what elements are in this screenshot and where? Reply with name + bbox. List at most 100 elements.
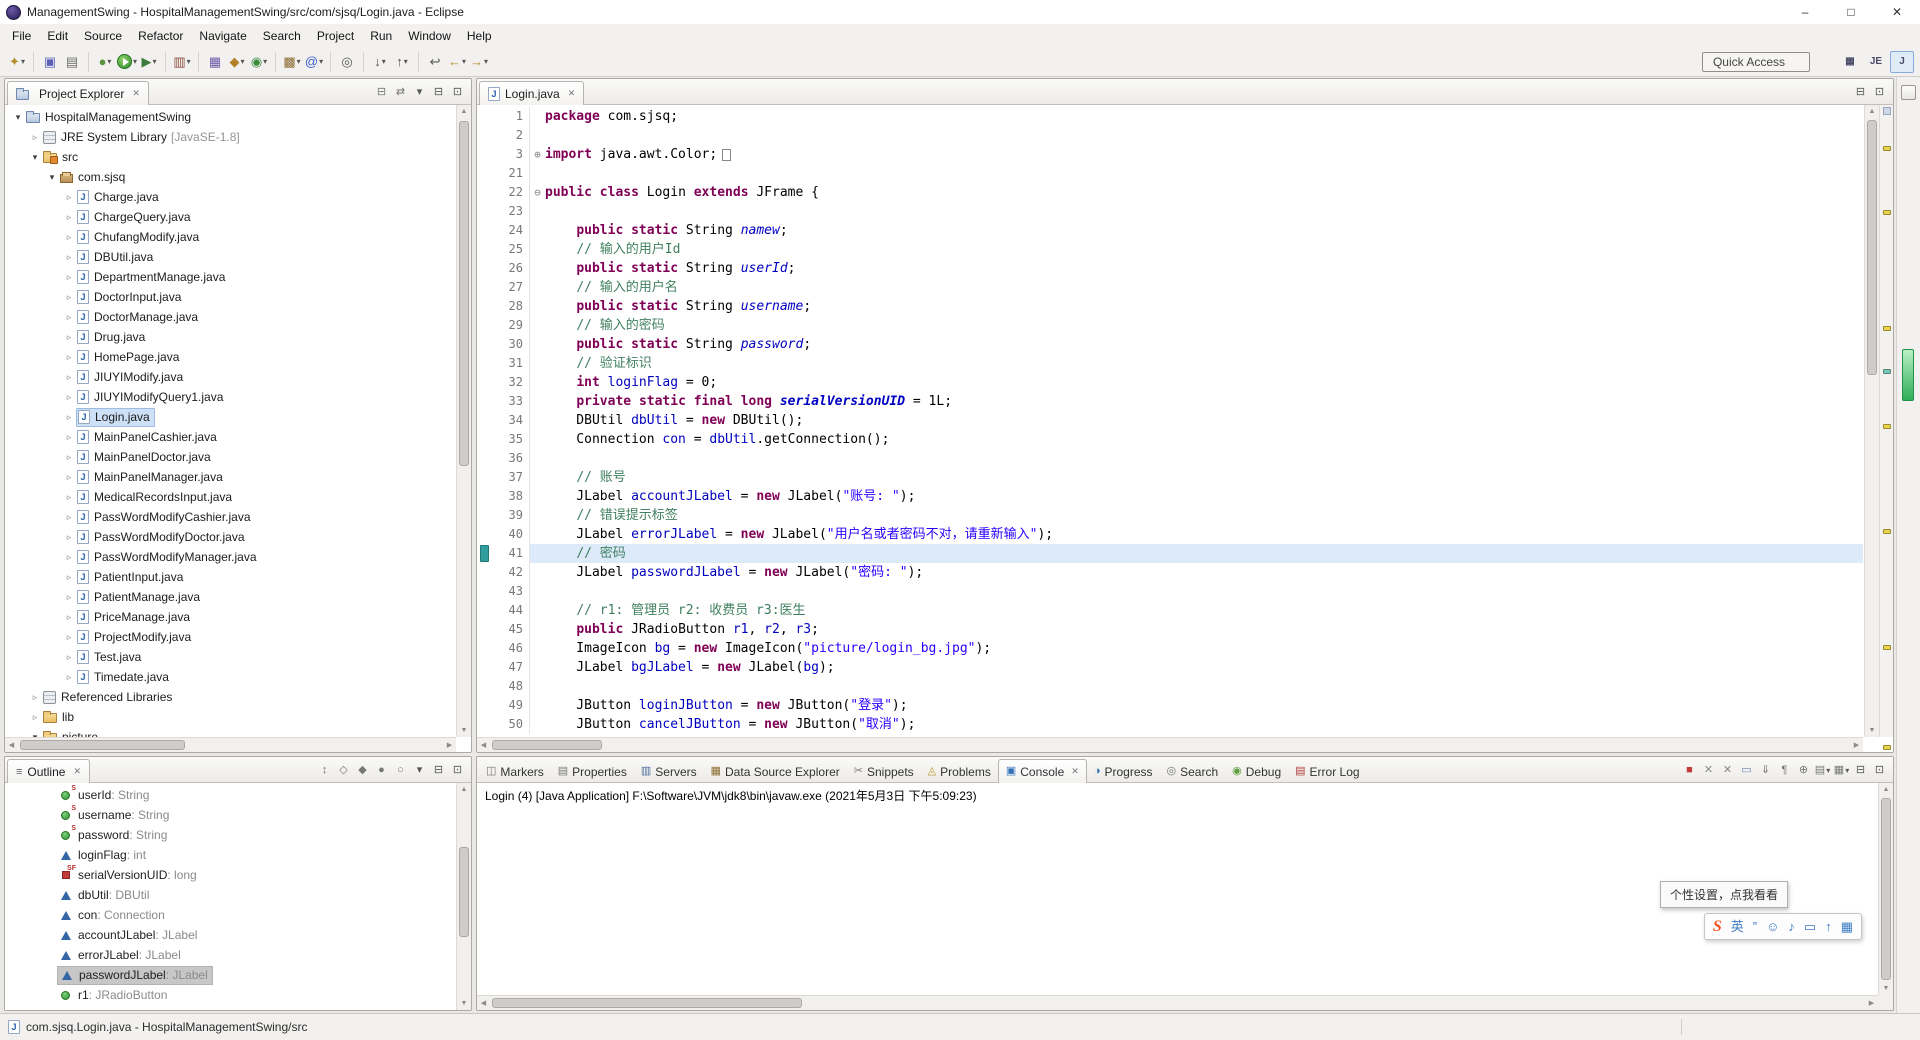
java-ee-perspective-icon[interactable]: JE bbox=[1864, 51, 1888, 73]
tree-item-passwordmodifycashier-java[interactable]: ▹JPassWordModifyCashier.java bbox=[5, 507, 456, 527]
tree-item-patientmanage-java[interactable]: ▹JPatientManage.java bbox=[5, 587, 456, 607]
soft-keyboard-icon[interactable]: ▭ bbox=[1804, 920, 1816, 933]
outline-vscrollbar[interactable]: ▲ ▼ bbox=[456, 783, 471, 1010]
tree-item-projectmodify-java[interactable]: ▹JProjectModify.java bbox=[5, 627, 456, 647]
dropdown-arrow-icon[interactable]: ▾ bbox=[484, 57, 488, 66]
menu-project[interactable]: Project bbox=[309, 26, 362, 46]
expand-arrow-icon[interactable]: ▹ bbox=[28, 712, 42, 723]
tree-item-timedate-java[interactable]: ▹JTimedate.java bbox=[5, 667, 456, 687]
minimize-view-icon[interactable]: ⊟ bbox=[1851, 82, 1870, 102]
scroll-down-icon[interactable]: ▼ bbox=[1865, 724, 1879, 737]
code-line-37[interactable]: 37 // 账号 bbox=[477, 468, 1863, 487]
expand-arrow-icon[interactable]: ▹ bbox=[62, 252, 76, 263]
maximize-view-icon[interactable]: ⊡ bbox=[448, 82, 467, 102]
expand-arrow-icon[interactable]: ▹ bbox=[62, 392, 76, 403]
code-line-40[interactable]: 40 JLabel errorJLabel = new JLabel("用户名或… bbox=[477, 525, 1863, 544]
tab-properties[interactable]: ▤Properties bbox=[551, 760, 634, 783]
tree-item-referenced-libraries[interactable]: ▹Referenced Libraries bbox=[5, 687, 456, 707]
tree-item-homepage-java[interactable]: ▹JHomePage.java bbox=[5, 347, 456, 367]
expand-arrow-icon[interactable]: ▹ bbox=[62, 272, 76, 283]
new-wizard-icon[interactable]: ✦▾ bbox=[6, 51, 28, 73]
menu-search[interactable]: Search bbox=[255, 26, 309, 46]
hide-static-members-icon[interactable]: ◆ bbox=[353, 760, 372, 780]
overview-mark-icon[interactable] bbox=[1883, 326, 1891, 331]
code-line-24[interactable]: 24 public static String namew; bbox=[477, 221, 1863, 240]
maximize-view-icon[interactable]: ⊡ bbox=[1870, 760, 1889, 780]
dropdown-arrow-icon[interactable]: ▾ bbox=[107, 57, 111, 66]
fold-toggle-icon[interactable]: ⊖ bbox=[529, 183, 545, 202]
outline-item-userid[interactable]: SuserId : String bbox=[5, 785, 456, 805]
lang-english-icon[interactable]: 英 bbox=[1731, 920, 1744, 933]
scroll-left-icon[interactable]: ◀ bbox=[477, 738, 490, 752]
scroll-down-icon[interactable]: ▼ bbox=[1879, 982, 1893, 995]
dropdown-arrow-icon[interactable]: ▾ bbox=[382, 57, 386, 66]
scroll-up-icon[interactable]: ▲ bbox=[457, 783, 471, 796]
outline-item-passwordjlabel[interactable]: passwordJLabel : JLabel bbox=[5, 965, 456, 985]
tree-item-hospitalmanagementswing[interactable]: ▾HospitalManagementSwing bbox=[5, 107, 456, 127]
debug-icon[interactable]: ●▾ bbox=[94, 51, 116, 73]
overview-mark-icon[interactable] bbox=[1883, 745, 1891, 750]
code-line-23[interactable]: 23 bbox=[477, 202, 1863, 221]
outline-item-serialversionuid[interactable]: SFserialVersionUID : long bbox=[5, 865, 456, 885]
expand-arrow-icon[interactable]: ▹ bbox=[62, 232, 76, 243]
tree-item-doctormanage-java[interactable]: ▹JDoctorManage.java bbox=[5, 307, 456, 327]
hide-fields-icon[interactable]: ◇ bbox=[334, 760, 353, 780]
skin-icon[interactable]: ↑ bbox=[1825, 920, 1832, 933]
display-selected-console-icon[interactable]: ▤▾ bbox=[1813, 760, 1832, 780]
scroll-up-icon[interactable]: ▲ bbox=[457, 105, 471, 118]
tree-item-src[interactable]: ▾src bbox=[5, 147, 456, 167]
expand-arrow-icon[interactable]: ▹ bbox=[62, 312, 76, 323]
code-line-41[interactable]: 41 // 密码 bbox=[477, 544, 1863, 563]
code-line-38[interactable]: 38 JLabel accountJLabel = new JLabel("账号… bbox=[477, 487, 1863, 506]
expand-arrow-icon[interactable]: ▹ bbox=[62, 492, 76, 503]
outline-item-password[interactable]: Spassword : String bbox=[5, 825, 456, 845]
view-menu-icon[interactable]: ▾ bbox=[410, 760, 429, 780]
tab-progress[interactable]: ◑Progress bbox=[1087, 760, 1160, 783]
code-line-28[interactable]: 28 public static String username; bbox=[477, 297, 1863, 316]
java-perspective-icon[interactable]: J bbox=[1890, 51, 1914, 73]
tree-item-patientinput-java[interactable]: ▹JPatientInput.java bbox=[5, 567, 456, 587]
tree-item-passwordmodifymanager-java[interactable]: ▹JPassWordModifyManager.java bbox=[5, 547, 456, 567]
code-area[interactable]: 1package com.sjsq;23⊕import java.awt.Col… bbox=[477, 105, 1863, 737]
next-annotation-icon[interactable]: ↓▾ bbox=[369, 51, 391, 73]
close-tab-icon[interactable]: ✕ bbox=[568, 88, 576, 99]
close-window-button[interactable]: ✕ bbox=[1874, 0, 1920, 24]
dropdown-arrow-icon[interactable]: ▾ bbox=[462, 57, 466, 66]
scrollbar-thumb[interactable] bbox=[492, 998, 802, 1008]
code-line-35[interactable]: 35 Connection con = dbUtil.getConnection… bbox=[477, 430, 1863, 449]
menu-window[interactable]: Window bbox=[400, 26, 459, 46]
code-line-1[interactable]: 1package com.sjsq; bbox=[477, 107, 1863, 126]
collapse-all-icon[interactable]: ⊟ bbox=[372, 82, 391, 102]
tree-item-charge-java[interactable]: ▹JCharge.java bbox=[5, 187, 456, 207]
tab-search[interactable]: ◎Search bbox=[1160, 760, 1226, 783]
expand-arrow-icon[interactable]: ▹ bbox=[62, 192, 76, 203]
link-with-editor-icon[interactable]: ⇄ bbox=[391, 82, 410, 102]
tab-error-log[interactable]: ▤Error Log bbox=[1288, 760, 1366, 783]
remove-launch-icon[interactable]: ✕ bbox=[1699, 760, 1718, 780]
console-hscrollbar[interactable]: ◀ ▶ bbox=[477, 995, 1878, 1010]
dropdown-arrow-icon[interactable]: ▾ bbox=[133, 57, 137, 66]
forward-icon[interactable]: →▾ bbox=[468, 51, 490, 73]
minimize-view-icon[interactable]: ⊟ bbox=[429, 760, 448, 780]
editor-vscrollbar[interactable]: ▲ ▼ bbox=[1864, 105, 1879, 737]
coverage-icon[interactable]: ▥▾ bbox=[171, 51, 193, 73]
remove-all-launches-icon[interactable]: ✕ bbox=[1718, 760, 1737, 780]
editor-hscrollbar[interactable]: ◀ ▶ bbox=[477, 737, 1863, 752]
outline-item-errorjlabel[interactable]: errorJLabel : JLabel bbox=[5, 945, 456, 965]
overview-mark-icon[interactable] bbox=[1883, 424, 1891, 429]
ime-tooltip[interactable]: 个性设置，点我看看 bbox=[1660, 881, 1788, 908]
dropdown-arrow-icon[interactable]: ▾ bbox=[297, 57, 301, 66]
scrollbar-thumb[interactable] bbox=[1867, 120, 1877, 375]
new-java-project-icon[interactable]: ▦ bbox=[204, 51, 226, 73]
expand-arrow-icon[interactable]: ▹ bbox=[62, 292, 76, 303]
overview-mark-icon[interactable] bbox=[1883, 529, 1891, 534]
tab-debug[interactable]: ◉Debug bbox=[1225, 760, 1288, 783]
tree-item-mainpanelcashier-java[interactable]: ▹JMainPanelCashier.java bbox=[5, 427, 456, 447]
code-line-45[interactable]: 45 public JRadioButton r1, r2, r3; bbox=[477, 620, 1863, 639]
tree-item-picture[interactable]: ▾picture bbox=[5, 727, 456, 737]
code-line-26[interactable]: 26 public static String userId; bbox=[477, 259, 1863, 278]
code-line-21[interactable]: 21 bbox=[477, 164, 1863, 183]
tree-item-lib[interactable]: ▹lib bbox=[5, 707, 456, 727]
voice-input-icon[interactable]: ♪ bbox=[1788, 920, 1795, 933]
tree-item-jiuyimodify-java[interactable]: ▹JJIUYIModify.java bbox=[5, 367, 456, 387]
